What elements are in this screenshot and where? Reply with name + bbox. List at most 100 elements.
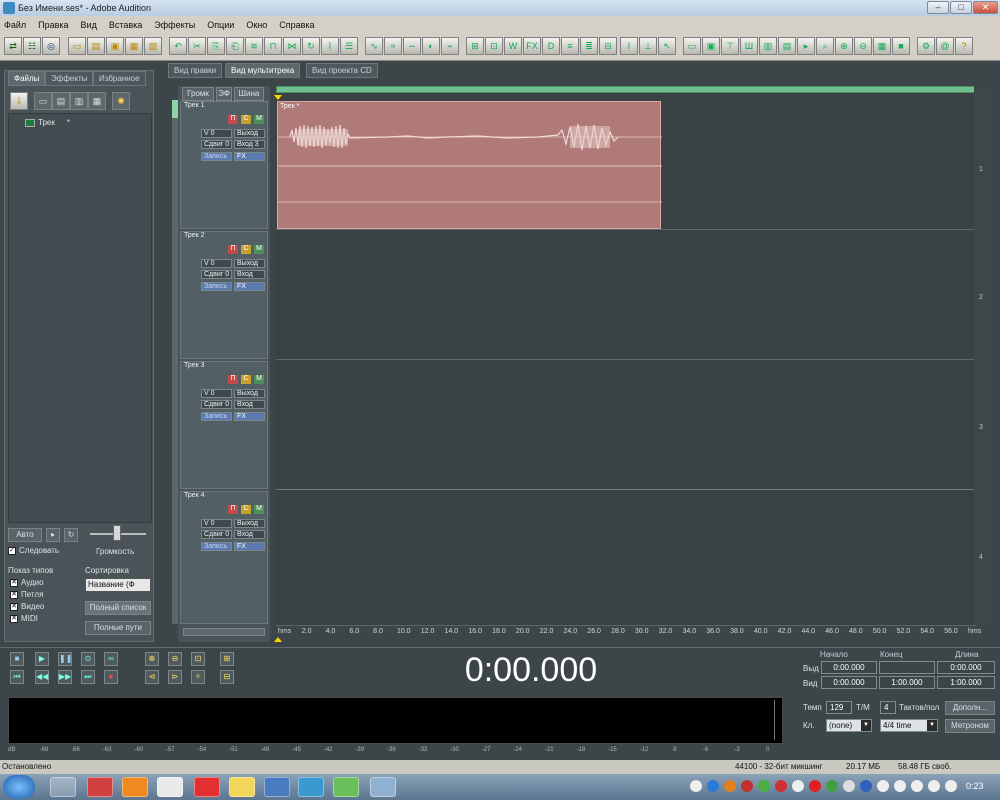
arm-button[interactable]: М	[254, 505, 264, 514]
taskbar-app-6[interactable]	[229, 777, 255, 797]
tab-cd-view[interactable]: Вид проекта CD	[306, 63, 378, 78]
loop-button[interactable]: ∞	[104, 652, 118, 666]
settings-icon[interactable]: ⚙	[917, 37, 935, 55]
fx-field[interactable]: FX	[234, 282, 265, 291]
maximize-button[interactable]: □	[950, 1, 972, 14]
solo-button[interactable]: С	[241, 505, 251, 514]
dyn-icon[interactable]: D	[542, 37, 560, 55]
output-field[interactable]: Выход	[234, 389, 265, 398]
minimize-button[interactable]: –	[927, 1, 949, 14]
paste-icon[interactable]: ⎗	[226, 37, 244, 55]
record-field[interactable]: Запись	[201, 542, 232, 551]
insert-cd-icon[interactable]: ▦	[88, 92, 106, 110]
session-overview-bar[interactable]	[276, 86, 975, 93]
solo-button[interactable]: С	[241, 245, 251, 254]
tray-icon[interactable]	[758, 780, 770, 792]
pan-field[interactable]: Сдвиг 0	[201, 530, 232, 539]
track-props-icon[interactable]: ☰	[340, 37, 358, 55]
filter-midi[interactable]: ✕ MIDI	[10, 613, 44, 625]
view-12-icon[interactable]: ■	[892, 37, 910, 55]
solo-button[interactable]: С	[241, 115, 251, 124]
import-file-icon[interactable]: ⇩	[10, 92, 28, 110]
taskbar-app-2[interactable]	[87, 777, 113, 797]
reverb-icon[interactable]: ≣	[580, 37, 598, 55]
full-list-button[interactable]: Полный список	[85, 601, 151, 615]
pan-field[interactable]: Сдвиг 0	[201, 400, 232, 409]
tray-icon[interactable]	[945, 780, 957, 792]
menu-edit[interactable]: Правка	[38, 20, 68, 30]
zoom-full-icon[interactable]: ⊡	[191, 652, 205, 666]
zoom-in-h-icon[interactable]: ⊕	[145, 652, 159, 666]
new-file-icon[interactable]: ▭	[68, 37, 86, 55]
view-5-icon[interactable]: ▥	[759, 37, 777, 55]
record-field[interactable]: Запись	[201, 152, 232, 161]
tray-icon[interactable]	[724, 780, 736, 792]
arm-button[interactable]: М	[254, 115, 264, 124]
play-button[interactable]: ▶	[35, 652, 49, 666]
tray-icon[interactable]	[809, 780, 821, 792]
mix-paste-icon[interactable]: ≋	[245, 37, 263, 55]
sel-start-field[interactable]: 0:00.000	[821, 661, 877, 674]
view-10-icon[interactable]: ⊖	[854, 37, 872, 55]
advanced-button[interactable]: Дополн...	[945, 701, 995, 715]
auto-play-button[interactable]: Авто	[8, 528, 42, 542]
zoom-out-v-icon[interactable]: ⊟	[220, 670, 234, 684]
filter-video[interactable]: ✕ Видео	[10, 601, 44, 613]
taskbar-app-3[interactable]	[122, 777, 148, 797]
filter-audio[interactable]: ✕ Аудио	[10, 577, 44, 589]
tempo-field[interactable]: 129	[826, 701, 852, 714]
pan-icon[interactable]: ◐	[422, 37, 440, 55]
output-field[interactable]: Выход	[234, 129, 265, 138]
view-1-icon[interactable]: ▭	[683, 37, 701, 55]
track-header-2[interactable]: Трек 2 П С М V 0 Выход Сдвиг 0 Вход Запи…	[180, 231, 268, 359]
track-header-4[interactable]: Трек 4 П С М V 0 Выход Сдвиг 0 Вход Запи…	[180, 491, 268, 624]
view-2-icon[interactable]: ▣	[702, 37, 720, 55]
time-ruler[interactable]: hms 2.0 4.0 6.0 8.0 10.0 12.0 14.0 16.0 18.0 20.0 2…	[276, 625, 981, 637]
cut-icon[interactable]: ✂	[188, 37, 206, 55]
time-signature-select[interactable]: 4/4 time ▼	[880, 719, 938, 732]
taskbar-app-8[interactable]	[298, 777, 324, 797]
open-folder-icon[interactable]: ▤	[87, 37, 105, 55]
menu-help[interactable]: Справка	[279, 20, 314, 30]
zoom-in-v-icon[interactable]: ⊞	[220, 652, 234, 666]
menu-insert[interactable]: Вставка	[109, 20, 142, 30]
options-icon[interactable]: ✺	[112, 92, 130, 110]
track-scroll-thumb[interactable]	[172, 100, 178, 118]
beats-field[interactable]: 4	[880, 701, 896, 714]
solo-button[interactable]: С	[241, 375, 251, 384]
mute-button[interactable]: П	[228, 115, 238, 124]
edit-view-icon[interactable]: ⇄	[4, 37, 22, 55]
menu-window[interactable]: Окно	[246, 20, 267, 30]
view-end-field[interactable]: 1:00.000	[879, 676, 935, 689]
view-4-icon[interactable]: Ш	[740, 37, 758, 55]
view-length-field[interactable]: 1:00.000	[937, 676, 995, 689]
arm-button[interactable]: М	[254, 375, 264, 384]
amplify-icon[interactable]: ⊞	[466, 37, 484, 55]
input-field[interactable]: Вход	[234, 400, 265, 409]
volume-field[interactable]: V 0	[201, 259, 232, 268]
record-button[interactable]: ●	[104, 670, 118, 684]
tray-icon[interactable]	[741, 780, 753, 792]
close-file-icon[interactable]: ▭	[34, 92, 52, 110]
tray-icon[interactable]	[911, 780, 923, 792]
metronome-button[interactable]: Метроном	[945, 719, 995, 733]
menu-options[interactable]: Опции	[207, 20, 234, 30]
phase-icon[interactable]: ⌁	[441, 37, 459, 55]
list-item[interactable]: Трек *	[25, 118, 70, 127]
play-from-cursor-button[interactable]: ⊙	[81, 652, 95, 666]
pan-field[interactable]: Сдвиг 0	[201, 140, 232, 149]
help-icon[interactable]: ?	[955, 37, 973, 55]
taskbar-app-7[interactable]	[264, 777, 290, 797]
volume-field[interactable]: V 0	[201, 129, 232, 138]
tray-icon[interactable]	[877, 780, 889, 792]
full-paths-button[interactable]: Полные пути	[85, 621, 151, 635]
sel-end-field[interactable]	[879, 661, 935, 674]
fx-icon[interactable]: FX	[523, 37, 541, 55]
pause-button[interactable]: ❚❚	[58, 652, 72, 666]
play-preview-icon[interactable]: ▸	[46, 528, 60, 542]
follow-checkbox[interactable]: ✓	[8, 546, 16, 555]
mute-button[interactable]: П	[228, 505, 238, 514]
web-icon[interactable]: @	[936, 37, 954, 55]
delay-icon[interactable]: ⊟	[599, 37, 617, 55]
time-select-icon[interactable]: ⊥	[639, 37, 657, 55]
